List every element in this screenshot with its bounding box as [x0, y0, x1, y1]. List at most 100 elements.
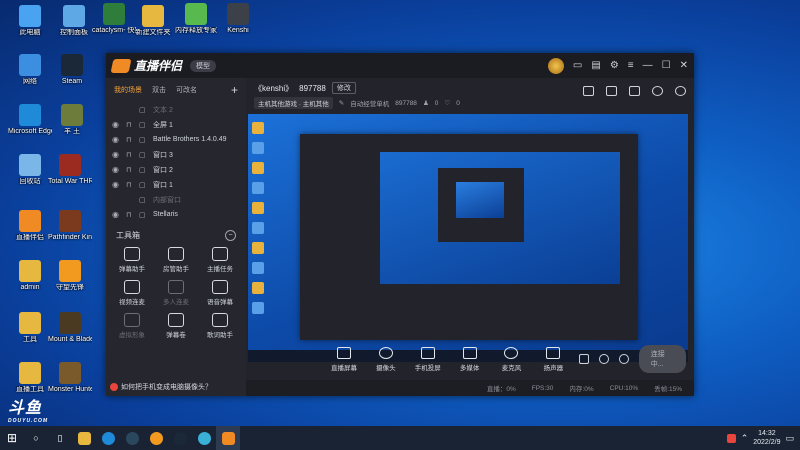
tool-item[interactable]: 主播任务	[198, 245, 242, 273]
chevron-up-icon[interactable]: ⌃	[741, 433, 749, 444]
help-notice[interactable]: 如何把手机变成电脑摄像头？	[110, 382, 212, 392]
desktop-icon[interactable]: Steam	[50, 54, 94, 86]
scene-item[interactable]: ◉ ⊓ ▢ 窗口 3	[106, 147, 246, 162]
close-icon[interactable]: ✕	[680, 60, 688, 71]
desktop-icon[interactable]: Mount & Blade II	[48, 312, 92, 344]
desktop-icon[interactable]: 回收站	[8, 154, 52, 186]
taskbar-explorer[interactable]	[72, 426, 96, 450]
desktop-icon[interactable]: 内存释放专家	[174, 3, 218, 35]
notification-icon[interactable]: ▭	[573, 60, 582, 71]
tray-app-icon[interactable]	[726, 433, 736, 443]
scene-item[interactable]: ◉ ⊓ ▢ Stellaris	[106, 207, 246, 222]
desktop-icon[interactable]: Pathfinder Kingmaker	[48, 210, 92, 242]
toolbox-collapse-icon[interactable]: −	[225, 230, 236, 241]
desktop-icon[interactable]: 控制面板	[52, 5, 96, 37]
settings-gear-icon[interactable]	[618, 354, 629, 364]
tool-icon	[124, 247, 140, 261]
task-view-button[interactable]: ▯	[48, 426, 72, 450]
desktop-icon[interactable]: 羊 王	[50, 104, 94, 136]
scene-item[interactable]: ◉ ⊓ ▢ Battle Brothers 1.4.0.49	[106, 132, 246, 147]
lock-icon[interactable]: ⊓	[126, 151, 134, 159]
phone-cast-button[interactable]: 手机投屏	[412, 346, 444, 372]
tool-item[interactable]: 弹幕助手	[110, 245, 154, 273]
camera-button[interactable]: 摄像头	[370, 346, 402, 372]
tab-rename[interactable]: 可改名	[176, 85, 197, 95]
category-selector[interactable]: 主机其他游戏 · 主机其他	[254, 97, 333, 109]
maximize-icon[interactable]: ☐	[662, 60, 671, 71]
share-icon[interactable]	[675, 86, 686, 96]
user-avatar[interactable]	[547, 57, 564, 74]
desktop-icon[interactable]: 直播伴侣	[8, 210, 52, 242]
desktop-icon[interactable]: admin	[8, 260, 52, 292]
scene-item[interactable]: ◉ ⊓ ▢ 窗口 2	[106, 162, 246, 177]
tool-item[interactable]: 多人连麦	[154, 278, 198, 306]
speaker-button[interactable]: 扬声器	[537, 346, 569, 372]
tab-my-scenes[interactable]: 我的场景	[114, 85, 142, 95]
desktop-icon[interactable]: 守望先锋	[48, 260, 92, 292]
stream-preview[interactable]	[248, 114, 688, 362]
minimize-icon[interactable]: —	[643, 60, 653, 71]
visibility-eye-icon[interactable]: ◉	[112, 120, 121, 129]
desktop-icon[interactable]: 新建文件夹	[131, 5, 175, 37]
preview-nested-window	[300, 134, 638, 340]
desktop-icon[interactable]: 此电脑	[8, 5, 52, 37]
taskbar-overwatch[interactable]	[144, 426, 168, 450]
preview-eye-icon[interactable]	[599, 354, 609, 364]
screen-capture-button[interactable]: 直播屏幕	[328, 346, 360, 372]
lock-icon[interactable]	[606, 86, 617, 96]
add-scene-icon[interactable]: +	[231, 83, 238, 97]
desktop-icon[interactable]: 工具	[8, 312, 52, 344]
desktop-icon[interactable]: Kenshi	[216, 3, 260, 35]
lock-icon[interactable]: ⊓	[126, 166, 134, 174]
lock-icon[interactable]: ⊓	[126, 136, 134, 144]
lock-icon[interactable]: ⊓	[126, 211, 134, 219]
lock-icon[interactable]: ⊓	[126, 121, 134, 129]
visibility-eye-icon[interactable]: ◉	[112, 210, 121, 219]
start-live-button[interactable]: 连接中...	[638, 345, 686, 373]
start-button[interactable]: ⊞	[0, 426, 24, 450]
scene-item[interactable]: ▢ 文本 2	[106, 102, 246, 117]
lock-icon[interactable]: ⊓	[126, 181, 134, 189]
taskbar-steam[interactable]	[120, 426, 144, 450]
search-button[interactable]: ○	[24, 426, 48, 450]
scene-item[interactable]: ◉ ⊓ ▢ 全屏 1	[106, 117, 246, 132]
visibility-eye-icon[interactable]: ◉	[112, 180, 121, 189]
desktop-icon[interactable]: cataclysm- 快捷方式	[92, 3, 136, 35]
tool-item[interactable]: 房管助手	[154, 245, 198, 273]
desktop-icon[interactable]: Total War THREE K...	[48, 154, 92, 186]
tool-item[interactable]: 虚拟形象	[110, 311, 154, 339]
mode-badge[interactable]: 模型	[190, 59, 217, 72]
tool-item[interactable]: 语音弹幕	[198, 278, 242, 306]
menu-icon[interactable]: ≡	[628, 60, 634, 71]
tool-item[interactable]: 弹幕卷	[154, 311, 198, 339]
taskbar-edge[interactable]	[96, 426, 120, 450]
media-button[interactable]: 多媒体	[454, 346, 486, 372]
visibility-eye-icon[interactable]: ◉	[112, 135, 121, 144]
tool-item[interactable]: 歌词助手	[198, 311, 242, 339]
scene-item[interactable]: ▢ 内部窗口	[106, 192, 246, 207]
taskbar-live-companion[interactable]	[216, 426, 240, 450]
layout-icon[interactable]	[583, 86, 594, 96]
visibility-eye-icon[interactable]: ◉	[112, 150, 121, 159]
microphone-button[interactable]: 麦克风	[496, 346, 528, 372]
edit-category-icon[interactable]: ✎	[339, 99, 344, 107]
record-icon[interactable]	[629, 86, 640, 96]
desktop-icon[interactable]: Monster Hunter: W	[48, 362, 92, 394]
settings-icon[interactable]: ⚙	[610, 60, 619, 71]
tab-double-click[interactable]: 双击	[152, 85, 166, 95]
notification-center-icon[interactable]: ▭	[785, 433, 794, 444]
clock[interactable]: 14:32 2022/2/9	[753, 429, 780, 447]
tool-item[interactable]: 视频连麦	[110, 278, 154, 306]
desktop-icon[interactable]: 直播工具	[8, 362, 52, 394]
desktop-icon[interactable]: 网络	[8, 54, 52, 86]
desktop-icon[interactable]: Microsoft Edge	[8, 104, 52, 136]
record-video-icon[interactable]	[579, 354, 590, 364]
folder-icon	[77, 431, 91, 445]
visibility-eye-icon[interactable]: ◉	[112, 165, 121, 174]
taskbar-browser[interactable]	[192, 426, 216, 450]
scene-item[interactable]: ◉ ⊓ ▢ 窗口 1	[106, 177, 246, 192]
gift-icon[interactable]: ▤	[591, 60, 600, 71]
edit-room-button[interactable]: 修改	[331, 82, 356, 94]
bell-icon[interactable]	[652, 86, 663, 96]
taskbar-steam-2[interactable]	[168, 426, 192, 450]
